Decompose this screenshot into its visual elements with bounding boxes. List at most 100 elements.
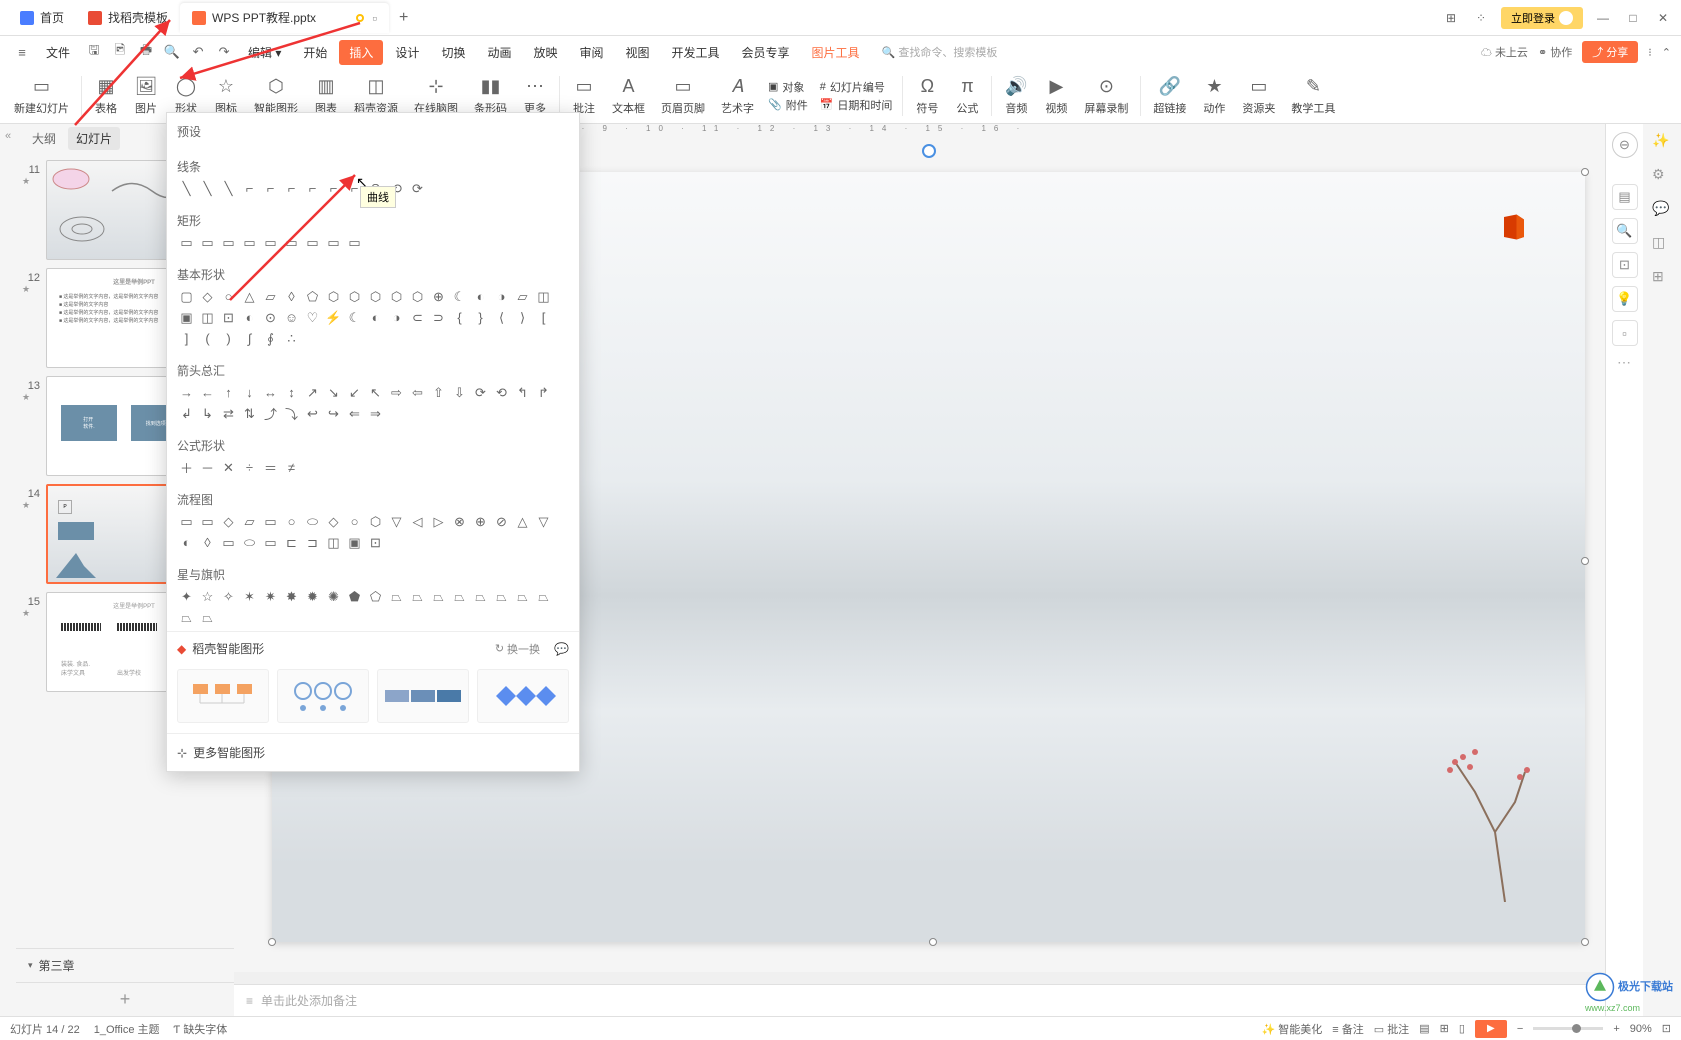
clip-icon[interactable]: ◫ xyxy=(1652,234,1672,254)
shape-option[interactable]: ◐ xyxy=(366,308,385,327)
section-header[interactable]: ▾第三章 xyxy=(16,948,234,982)
shape-option[interactable]: ] xyxy=(177,329,196,348)
shape-option[interactable]: ⬟ xyxy=(345,587,364,606)
context-tool-label[interactable]: 图片工具 xyxy=(802,40,870,65)
shape-option[interactable]: ╲ xyxy=(219,179,238,198)
ribbon-textbox[interactable]: A文本框 xyxy=(604,74,653,118)
smart-shape-item[interactable] xyxy=(477,669,569,723)
shape-option[interactable]: ▭ xyxy=(219,533,238,552)
shape-option[interactable]: ↔ xyxy=(261,383,280,402)
shape-option[interactable]: ▷ xyxy=(429,512,448,531)
shape-option[interactable]: ▭ xyxy=(261,512,280,531)
shape-option[interactable]: ⊡ xyxy=(219,308,238,327)
shape-option[interactable]: ⇄ xyxy=(219,404,238,423)
target-icon[interactable]: ⊖ xyxy=(1612,132,1638,158)
ribbon-symbol[interactable]: Ω符号 xyxy=(907,74,947,118)
ribbon-chart[interactable]: ▥图表 xyxy=(306,74,346,118)
feedback-icon[interactable]: 💬 xyxy=(554,642,569,656)
ribbon-video[interactable]: ▶视频 xyxy=(1036,74,1076,118)
shape-option[interactable]: － xyxy=(198,458,217,477)
shape-option[interactable]: ☾ xyxy=(450,287,469,306)
shape-option[interactable]: ◇ xyxy=(198,287,217,306)
shape-option[interactable]: ⏢ xyxy=(471,587,490,606)
shape-option[interactable]: ⊏ xyxy=(282,533,301,552)
shape-option[interactable]: ⏢ xyxy=(408,587,427,606)
shape-option[interactable]: ⏢ xyxy=(513,587,532,606)
zoom-out-icon[interactable]: − xyxy=(1517,1023,1523,1035)
shape-option[interactable]: ▭ xyxy=(219,233,238,252)
shape-option[interactable]: ◑ xyxy=(387,308,406,327)
view-reading-icon[interactable]: ▯ xyxy=(1459,1022,1465,1035)
slides-tab[interactable]: 幻灯片 xyxy=(68,127,120,150)
shape-option[interactable]: ↑ xyxy=(219,383,238,402)
shape-option[interactable]: ⌐ xyxy=(261,179,280,198)
shape-option[interactable]: ⊡ xyxy=(366,533,385,552)
shape-option[interactable]: ⟨ xyxy=(492,308,511,327)
shape-option[interactable]: ⟳ xyxy=(471,383,490,402)
layers-icon[interactable]: ▤ xyxy=(1612,184,1638,210)
menu-edit[interactable]: 编辑 ▾ xyxy=(238,40,291,65)
fit-icon[interactable]: ⊡ xyxy=(1662,1022,1671,1035)
ribbon-comment[interactable]: ▭批注 xyxy=(564,74,604,118)
shape-option[interactable]: ╲ xyxy=(177,179,196,198)
shape-option[interactable]: ≠ xyxy=(282,458,301,477)
shape-option[interactable]: ○ xyxy=(345,512,364,531)
more-smart-shapes[interactable]: ⊹ 更多智能图形 xyxy=(167,733,579,771)
shape-option[interactable]: ↖ xyxy=(366,383,385,402)
collapse-panel-button[interactable]: « xyxy=(0,124,16,1016)
menu-insert[interactable]: 插入 xyxy=(339,40,383,65)
shape-option[interactable]: ✶ xyxy=(240,587,259,606)
save-icon[interactable]: 🖫 xyxy=(82,40,106,64)
resize-handle[interactable] xyxy=(1581,168,1589,176)
shape-option[interactable]: △ xyxy=(240,287,259,306)
menu-icon[interactable]: ≡ xyxy=(10,40,34,64)
export-icon[interactable]: 🖻 xyxy=(108,40,132,64)
file-menu[interactable]: 文件 xyxy=(36,40,80,65)
shape-option[interactable]: ↰ xyxy=(513,383,532,402)
shape-option[interactable]: { xyxy=(450,308,469,327)
shape-option[interactable]: ∮ xyxy=(261,329,280,348)
shape-option[interactable]: ✕ xyxy=(219,458,238,477)
shape-option[interactable]: ∴ xyxy=(282,329,301,348)
shape-option[interactable]: ⇧ xyxy=(429,383,448,402)
share-button[interactable]: ⤴ 分享 xyxy=(1582,41,1638,63)
ribbon-picture[interactable]: 🖼图片 xyxy=(126,74,166,118)
shape-option[interactable]: ⌐ xyxy=(324,179,343,198)
sparkle-icon[interactable]: ▫ xyxy=(1612,320,1638,346)
shape-option[interactable]: ⬡ xyxy=(387,287,406,306)
shape-option[interactable]: ↗ xyxy=(303,383,322,402)
shape-option[interactable]: ⏢ xyxy=(450,587,469,606)
ribbon-attachment[interactable]: 📎 附件 xyxy=(768,97,808,113)
collab-button[interactable]: ⚭ 协作 xyxy=(1538,44,1572,60)
shape-option[interactable]: ▭ xyxy=(198,512,217,531)
shape-option[interactable]: ▱ xyxy=(513,287,532,306)
shape-option[interactable]: [ xyxy=(534,308,553,327)
shape-option[interactable]: ⌐ xyxy=(303,179,322,198)
shape-option[interactable]: ⬠ xyxy=(303,287,322,306)
shape-option[interactable]: ⏢ xyxy=(198,608,217,627)
shape-option[interactable]: ◫ xyxy=(324,533,343,552)
smart-shape-item[interactable] xyxy=(277,669,369,723)
ribbon-audio[interactable]: 🔊音频 xyxy=(996,74,1036,118)
preview-icon[interactable]: 🔍 xyxy=(160,40,184,64)
shape-option[interactable]: ✦ xyxy=(177,587,196,606)
undo-icon[interactable]: ↶ xyxy=(186,40,210,64)
tab-document[interactable]: WPS PPT教程.pptx ▫ xyxy=(180,3,389,33)
shape-option[interactable]: ⏢ xyxy=(177,608,196,627)
resize-handle[interactable] xyxy=(1581,938,1589,946)
font-check[interactable]: Ƭ 缺失字体 xyxy=(174,1021,228,1037)
shape-option[interactable]: ⇨ xyxy=(387,383,406,402)
shape-option[interactable]: ◫ xyxy=(198,308,217,327)
shape-option[interactable]: ↕ xyxy=(282,383,301,402)
shape-option[interactable]: ▭ xyxy=(345,233,364,252)
shape-option[interactable]: ⌐ xyxy=(240,179,259,198)
resize-handle[interactable] xyxy=(268,938,276,946)
view-normal-icon[interactable]: ▤ xyxy=(1419,1022,1429,1035)
shape-option[interactable]: ⬠ xyxy=(366,587,385,606)
shape-option[interactable]: ◊ xyxy=(282,287,301,306)
shape-option[interactable]: ) xyxy=(219,329,238,348)
shape-option[interactable]: ⊙ xyxy=(261,308,280,327)
refresh-button[interactable]: ↻ 换一换 xyxy=(495,641,540,657)
close-button[interactable]: ✕ xyxy=(1653,8,1673,28)
add-slide-button[interactable]: + xyxy=(16,982,234,1016)
